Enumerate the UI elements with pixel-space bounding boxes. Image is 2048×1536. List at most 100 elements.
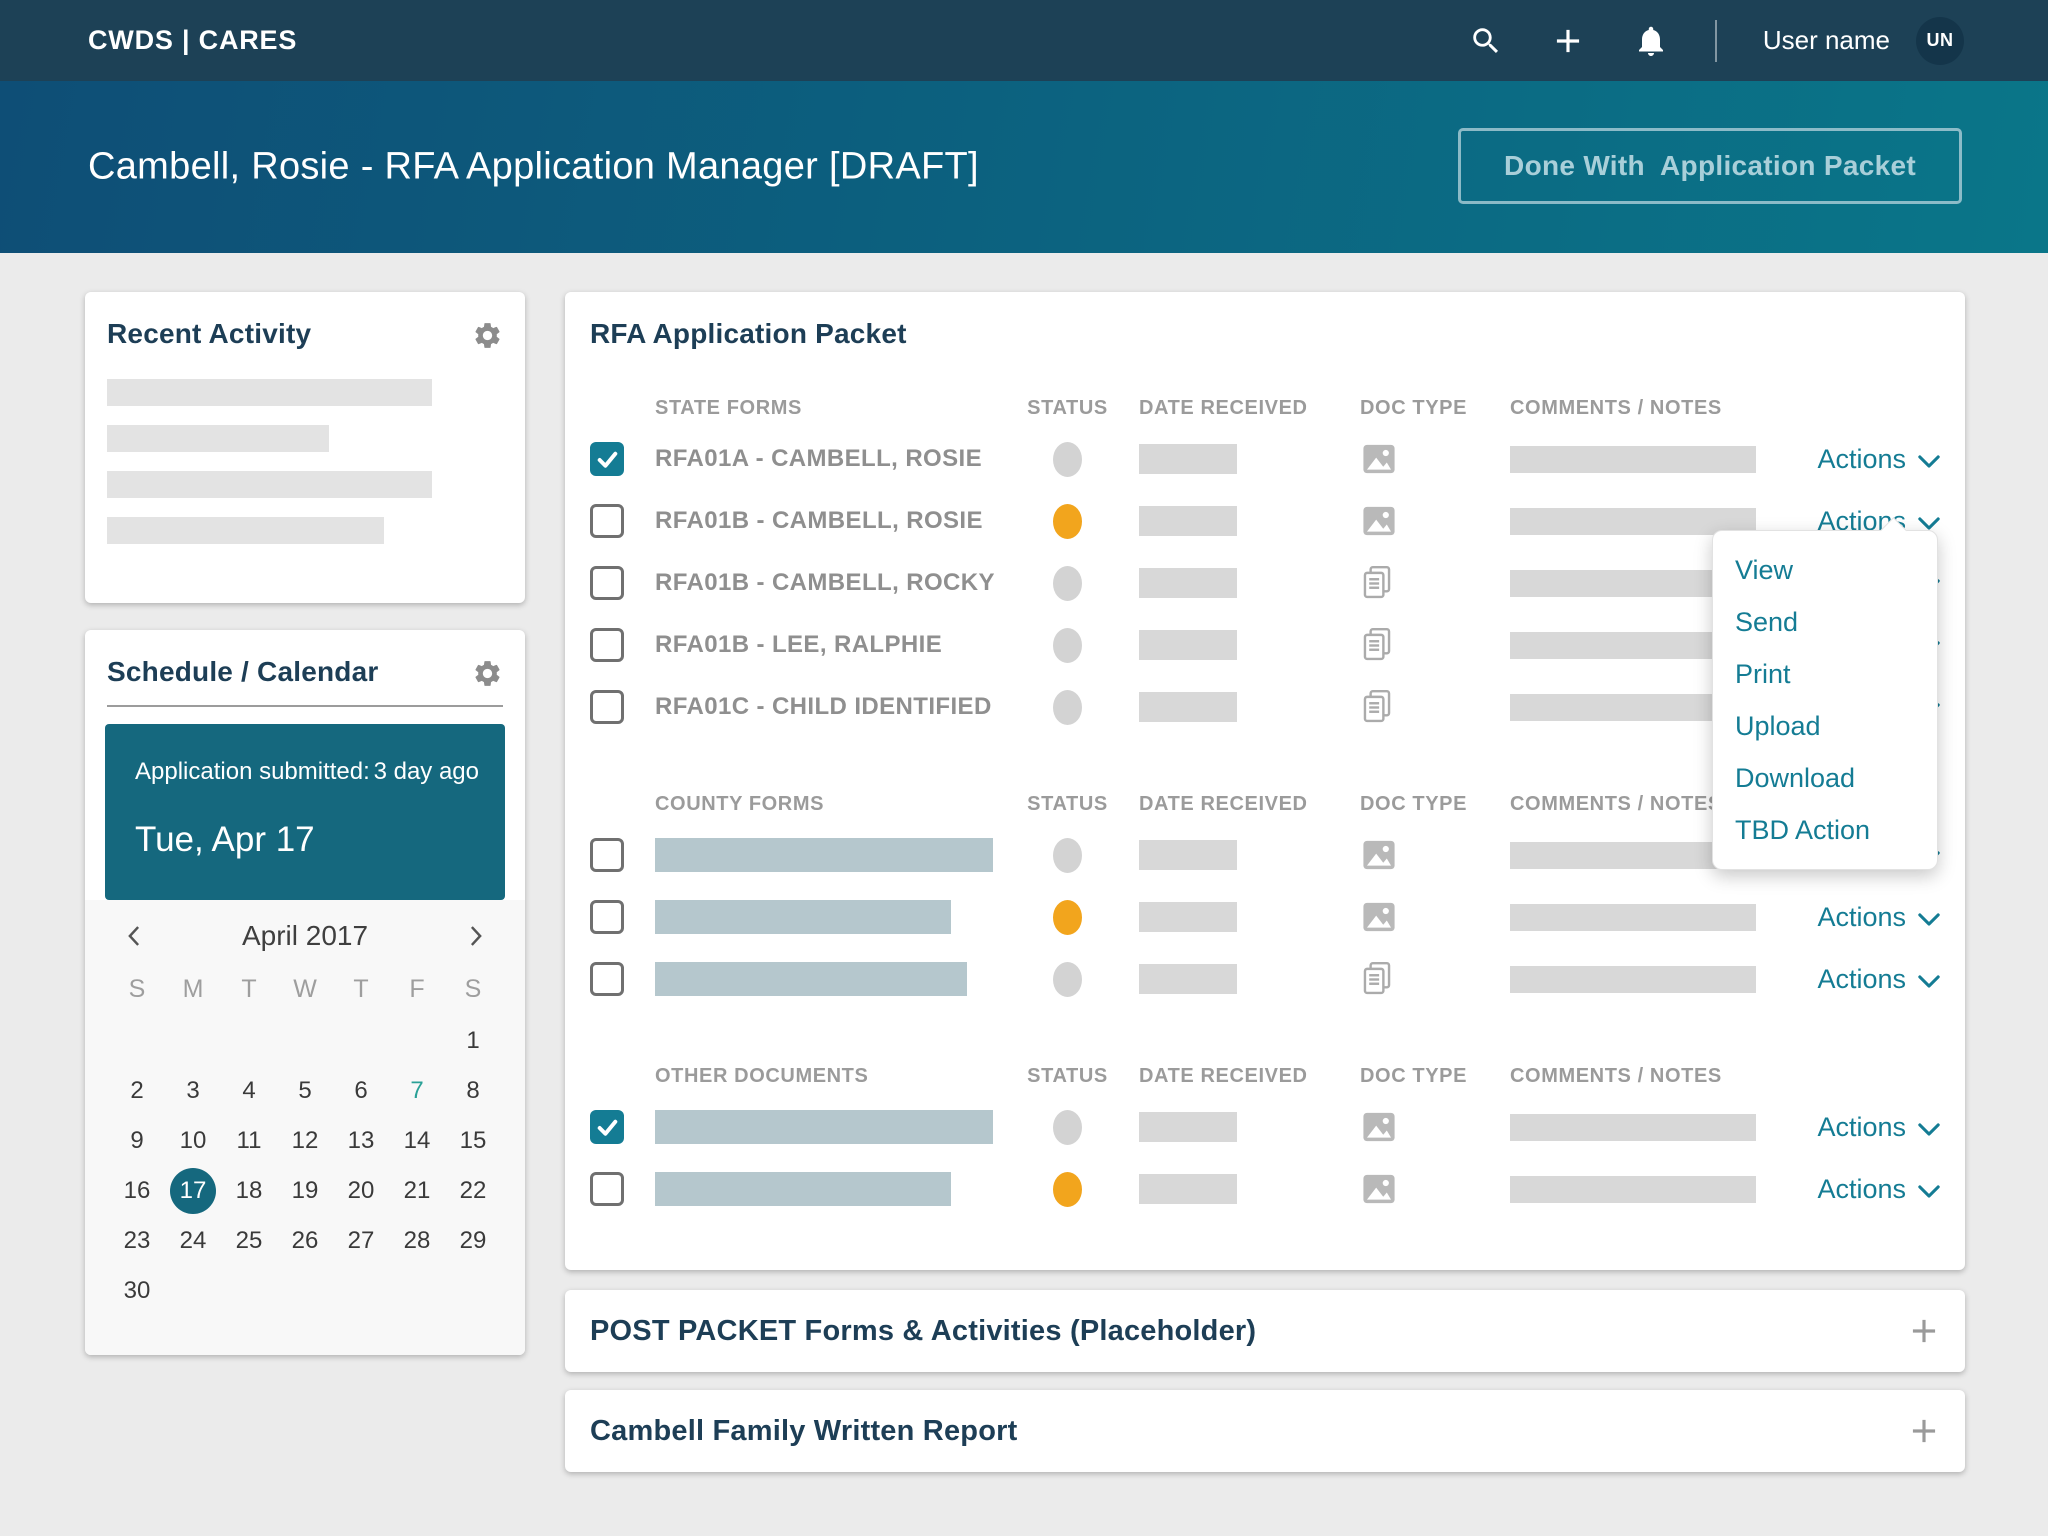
calendar-weekday: W (277, 962, 333, 1016)
calendar-day[interactable]: 26 (277, 1216, 333, 1266)
gear-icon[interactable] (472, 658, 503, 689)
calendar-next-icon[interactable] (463, 921, 489, 951)
divider (107, 705, 503, 707)
calendar-day[interactable]: 19 (277, 1166, 333, 1216)
form-name-cell: RFA01B - CAMBELL, ROCKY (655, 569, 1010, 597)
calendar-day[interactable]: 9 (109, 1116, 165, 1166)
actions-link[interactable]: Actions (1817, 964, 1940, 995)
add-icon[interactable] (1549, 22, 1587, 60)
done-with-application-packet-button[interactable]: Done With Application Packet (1458, 128, 1962, 204)
status-cell (1010, 442, 1125, 477)
user-menu[interactable]: User name UN (1763, 17, 1964, 65)
calendar-day[interactable]: 7 (389, 1066, 445, 1116)
chevron-down-icon (1918, 1181, 1940, 1198)
calendar-day[interactable]: 2 (109, 1066, 165, 1116)
calendar-weekday: T (333, 962, 389, 1016)
written-report-title: Cambell Family Written Report (590, 1415, 1017, 1448)
calendar-day[interactable]: 28 (389, 1216, 445, 1266)
calendar-day[interactable]: 18 (221, 1166, 277, 1216)
dropdown-item-tbd-action[interactable]: TBD Action (1713, 804, 1937, 856)
checkbox[interactable] (590, 838, 624, 872)
comments-cell (1510, 904, 1800, 931)
calendar-prev-icon[interactable] (121, 921, 147, 951)
calendar-day[interactable]: 11 (221, 1116, 277, 1166)
calendar-day[interactable]: 29 (445, 1216, 501, 1266)
actions-link[interactable]: Actions (1817, 444, 1940, 475)
schedule-calendar-card: Schedule / Calendar Application submitte… (85, 630, 525, 1355)
checkbox-cell (590, 1172, 655, 1206)
status-dot (1053, 566, 1082, 601)
dropdown-item-print[interactable]: Print (1713, 648, 1937, 700)
checkbox[interactable] (590, 900, 624, 934)
calendar-day[interactable]: 20 (333, 1166, 389, 1216)
chevron-down-icon (1918, 1119, 1940, 1136)
calendar-day[interactable]: 24 (165, 1216, 221, 1266)
calendar-day-empty (165, 1016, 221, 1066)
status-dot (1053, 690, 1082, 725)
calendar-day-empty (333, 1016, 389, 1066)
form-name-cell (655, 962, 1010, 996)
calendar-day[interactable]: 13 (333, 1116, 389, 1166)
status-cell (1010, 504, 1125, 539)
calendar-day[interactable]: 5 (277, 1066, 333, 1116)
calendar-day[interactable]: 4 (221, 1066, 277, 1116)
post-packet-card: POST PACKET Forms & Activities (Placehol… (565, 1290, 1965, 1372)
comments-cell (1510, 966, 1800, 993)
calendar-day-empty (277, 1016, 333, 1066)
search-icon[interactable] (1469, 24, 1503, 58)
checkbox[interactable] (590, 690, 624, 724)
calendar-day[interactable]: 10 (165, 1116, 221, 1166)
calendar-day[interactable]: 30 (109, 1266, 165, 1316)
dropdown-item-view[interactable]: View (1713, 544, 1937, 596)
checkbox[interactable] (590, 504, 624, 538)
calendar-day[interactable]: 3 (165, 1066, 221, 1116)
dropdown-item-upload[interactable]: Upload (1713, 700, 1937, 752)
calendar-day[interactable]: 22 (445, 1166, 501, 1216)
calendar-day[interactable]: 23 (109, 1216, 165, 1266)
date-received-cell (1125, 568, 1360, 598)
dropdown-item-download[interactable]: Download (1713, 752, 1937, 804)
calendar-day[interactable]: 27 (333, 1216, 389, 1266)
bell-icon[interactable] (1633, 23, 1669, 59)
actions-cell: Actions (1800, 902, 1940, 933)
actions-link[interactable]: Actions (1817, 1174, 1940, 1205)
form-name-cell (655, 900, 1010, 934)
calendar-day-empty (221, 1016, 277, 1066)
comments-placeholder (1510, 966, 1756, 993)
gear-icon[interactable] (472, 320, 503, 351)
calendar-day[interactable]: 15 (445, 1116, 501, 1166)
calendar-day[interactable]: 8 (445, 1066, 501, 1116)
form-name-placeholder (655, 1172, 951, 1206)
calendar-day-empty (165, 1266, 221, 1316)
comments-cell (1510, 1114, 1800, 1141)
checkbox[interactable] (590, 442, 624, 476)
checkbox[interactable] (590, 1110, 624, 1144)
actions-cell: Actions (1800, 1112, 1940, 1143)
actions-link[interactable]: Actions (1817, 1112, 1940, 1143)
dropdown-item-send[interactable]: Send (1713, 596, 1937, 648)
checkbox[interactable] (590, 566, 624, 600)
comments-placeholder (1510, 904, 1756, 931)
checkbox[interactable] (590, 1172, 624, 1206)
calendar-day[interactable]: 12 (277, 1116, 333, 1166)
calendar-day[interactable]: 6 (333, 1066, 389, 1116)
actions-link[interactable]: Actions (1817, 902, 1940, 933)
checkbox[interactable] (590, 628, 624, 662)
packet-title: RFA Application Packet (590, 318, 907, 350)
calendar-day[interactable]: 14 (389, 1116, 445, 1166)
calendar-day[interactable]: 25 (221, 1216, 277, 1266)
status-dot (1053, 628, 1082, 663)
calendar-day[interactable]: 16 (109, 1166, 165, 1216)
chevron-down-icon (1918, 909, 1940, 926)
expand-icon[interactable] (1905, 1312, 1943, 1350)
calendar-day[interactable]: 1 (445, 1016, 501, 1066)
checkbox[interactable] (590, 962, 624, 996)
calendar-day[interactable]: 21 (389, 1166, 445, 1216)
actions-label: Actions (1817, 1112, 1906, 1143)
comments-placeholder (1510, 1114, 1756, 1141)
actions-label: Actions (1817, 902, 1906, 933)
expand-icon[interactable] (1905, 1412, 1943, 1450)
column-header-date-received: DATE RECEIVED (1125, 397, 1360, 420)
date-received-cell (1125, 1174, 1360, 1204)
calendar-day[interactable]: 17 (165, 1166, 221, 1216)
